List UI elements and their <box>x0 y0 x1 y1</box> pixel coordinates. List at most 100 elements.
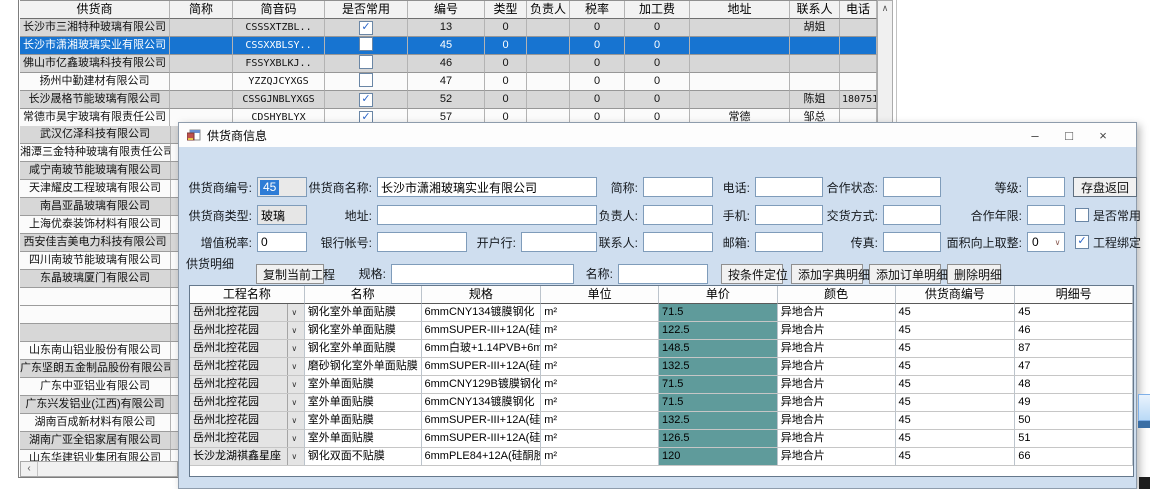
list-item[interactable]: 上海优泰装饰材料有限公司 <box>20 216 178 234</box>
checkbox-unchecked-icon[interactable] <box>359 37 373 51</box>
phone-input[interactable] <box>755 177 823 197</box>
project-combobox[interactable]: 岳州北控花园∨ <box>190 304 305 322</box>
column-header[interactable]: 名称 <box>305 286 422 304</box>
scroll-up-icon[interactable]: ∧ <box>882 3 889 13</box>
checkbox-unchecked-icon[interactable] <box>359 73 373 87</box>
column-header[interactable]: 联系人 <box>790 1 840 19</box>
project-combobox[interactable]: 岳州北控花园∨ <box>190 358 305 376</box>
supplier-type-input[interactable] <box>257 205 307 225</box>
checkbox-checked-icon[interactable]: ✓ <box>359 21 373 35</box>
common-checkbox[interactable] <box>1075 208 1089 222</box>
column-header[interactable]: 供货商编号 <box>896 286 1016 304</box>
column-header[interactable]: 加工费 <box>625 1 690 19</box>
column-header[interactable]: 颜色 <box>778 286 896 304</box>
list-item[interactable]: 东晶玻璃厦门有限公司 <box>20 270 178 288</box>
table-row[interactable]: 岳州北控花园∨室外单面贴膜6mmSUPER-III+12A(硅..m²126.5… <box>190 430 1133 448</box>
table-row[interactable]: 岳州北控花园∨钢化室外单面贴膜6mmSUPER-III+12A(硅..m²122… <box>190 322 1133 340</box>
list-item[interactable]: 武汉亿泽科技有限公司 <box>20 126 178 144</box>
email-input[interactable] <box>755 232 823 252</box>
checkbox-unchecked-icon[interactable] <box>359 55 373 69</box>
project-combobox[interactable]: 岳州北控花园∨ <box>190 376 305 394</box>
column-header[interactable]: 供货商 <box>20 1 170 19</box>
chevron-down-icon[interactable]: ∨ <box>287 322 301 339</box>
chevron-down-icon[interactable]: ∨ <box>287 358 301 375</box>
column-header[interactable]: 电话 <box>840 1 877 19</box>
delete-detail-button[interactable]: 删除明细 <box>947 264 1001 284</box>
list-item[interactable]: 咸宁南玻节能玻璃有限公司 <box>20 162 178 180</box>
column-header[interactable]: 编号 <box>408 1 485 19</box>
chevron-down-icon[interactable]: ∨ <box>287 340 301 357</box>
chevron-down-icon[interactable]: ∨ <box>287 394 301 411</box>
list-item[interactable]: 湖南百成新材料有限公司 <box>20 414 178 432</box>
project-combobox[interactable]: 岳州北控花园∨ <box>190 394 305 412</box>
column-header[interactable]: 单位 <box>541 286 659 304</box>
coop-years-input[interactable] <box>1027 205 1065 225</box>
mobile-input[interactable] <box>755 205 823 225</box>
list-item[interactable]: 四川南玻节能玻璃有限公司 <box>20 252 178 270</box>
list-item[interactable]: 天津耀皮工程玻璃有限公司 <box>20 180 178 198</box>
table-row[interactable]: 岳州北控花园∨室外单面贴膜6mmCNY134镀膜钢化m²71.5异地合片4549 <box>190 394 1133 412</box>
add-order-detail-button[interactable]: 添加订单明细 <box>869 264 941 284</box>
project-combobox[interactable]: 岳州北控花园∨ <box>190 340 305 358</box>
list-item[interactable]: 广东中亚铝业有限公司 <box>20 378 178 396</box>
project-combobox[interactable]: 岳州北控花园∨ <box>190 430 305 448</box>
supplier-list-hscrollbar[interactable]: ‹ <box>20 461 178 477</box>
name-filter-input[interactable] <box>618 264 708 284</box>
area-round-combobox[interactable]: 0 ∨ <box>1027 232 1065 252</box>
maximize-button[interactable]: □ <box>1052 128 1086 143</box>
list-item[interactable]: 山东南山铝业股份有限公司 <box>20 342 178 360</box>
list-item[interactable]: 南昌亚晶玻璃有限公司 <box>20 198 178 216</box>
table-row[interactable]: 长沙龙湖祺鑫星座∨钢化双面不贴膜6mmPLE84+12A(硅酮胶..m²120异… <box>190 448 1133 466</box>
list-item[interactable] <box>20 324 178 342</box>
column-header[interactable]: 明细号 <box>1015 286 1133 304</box>
table-row[interactable]: 长沙市潇湘玻璃实业有限公司CSSXXBLSY..45000 <box>20 37 877 55</box>
close-button[interactable]: × <box>1086 128 1120 143</box>
delivery-input[interactable] <box>883 205 941 225</box>
table-row[interactable]: 岳州北控花园∨钢化室外单面贴膜6mm白玻+1.14PVB+6mm..m²148.… <box>190 340 1133 358</box>
scroll-left-icon[interactable]: ‹ <box>21 462 38 476</box>
fax-input[interactable] <box>883 232 941 252</box>
chevron-down-icon[interactable]: ∨ <box>287 448 301 465</box>
dialog-titlebar[interactable]: 供货商信息 – □ × <box>179 123 1136 147</box>
bank-account-input[interactable] <box>377 232 467 252</box>
list-item[interactable]: 广东兴发铝业(江西)有限公司 <box>20 396 178 414</box>
table-row[interactable]: 岳州北控花园∨室外单面贴膜6mmSUPER-III+12A(硅..m²132.5… <box>190 412 1133 430</box>
table-row[interactable]: 扬州中勤建材有限公司YZZQJCYXGS47000 <box>20 73 877 91</box>
checkbox-checked-icon[interactable]: ✓ <box>359 93 373 107</box>
minimize-button[interactable]: – <box>1018 128 1052 143</box>
copy-project-button[interactable]: 复制当前工程 <box>256 264 324 284</box>
grade-input[interactable] <box>1027 177 1065 197</box>
bind-checkbox-wrap[interactable]: ✓ 工程绑定 <box>1075 234 1141 251</box>
column-header[interactable]: 规格 <box>422 286 542 304</box>
suppliers-grid-vscrollbar[interactable]: ∧ <box>877 0 893 126</box>
table-row[interactable]: 岳州北控花园∨磨砂钢化室外单面贴膜6mmSUPER-III+12A(硅..m²1… <box>190 358 1133 376</box>
column-header[interactable]: 工程名称 <box>190 286 305 304</box>
table-row[interactable]: 佛山市亿鑫玻璃科技有限公司FSSYXBLKJ..46000 <box>20 55 877 73</box>
chevron-down-icon[interactable]: ∨ <box>287 304 301 321</box>
column-header[interactable]: 税率 <box>570 1 625 19</box>
list-item[interactable]: 广东坚朗五金制品股份有限公司 <box>20 360 178 378</box>
save-button[interactable]: 存盘返回 <box>1073 177 1137 197</box>
column-header[interactable]: 单价 <box>659 286 778 304</box>
address-input[interactable] <box>377 205 597 225</box>
list-item[interactable] <box>20 306 178 324</box>
project-combobox[interactable]: 岳州北控花园∨ <box>190 322 305 340</box>
table-row[interactable]: 长沙市三湘特种玻璃有限公司CSSSXTZBL..✓13000胡姐 <box>20 19 877 37</box>
column-header[interactable]: 地址 <box>690 1 790 19</box>
manager-input[interactable] <box>643 205 713 225</box>
column-header[interactable]: 类型 <box>485 1 527 19</box>
spec-filter-input[interactable] <box>391 264 574 284</box>
list-item[interactable] <box>20 288 178 306</box>
chevron-down-icon[interactable]: ∨ <box>287 430 301 447</box>
column-header[interactable]: 负责人 <box>527 1 570 19</box>
chevron-down-icon[interactable]: ∨ <box>287 376 301 393</box>
chevron-down-icon[interactable]: ∨ <box>287 412 301 429</box>
table-row[interactable]: 岳州北控花园∨室外单面贴膜6mmCNY129B镀膜钢化m²71.5异地合片454… <box>190 376 1133 394</box>
abbr-input[interactable] <box>643 177 713 197</box>
list-item[interactable]: 西安佳吉美电力科技有限公司 <box>20 234 178 252</box>
column-header[interactable]: 是否常用 <box>325 1 408 19</box>
project-combobox[interactable]: 长沙龙湖祺鑫星座∨ <box>190 448 305 466</box>
supplier-name-input[interactable] <box>377 177 597 197</box>
bind-checkbox[interactable]: ✓ <box>1075 235 1089 249</box>
list-item[interactable]: 湖南广亚全铝家居有限公司 <box>20 432 178 450</box>
